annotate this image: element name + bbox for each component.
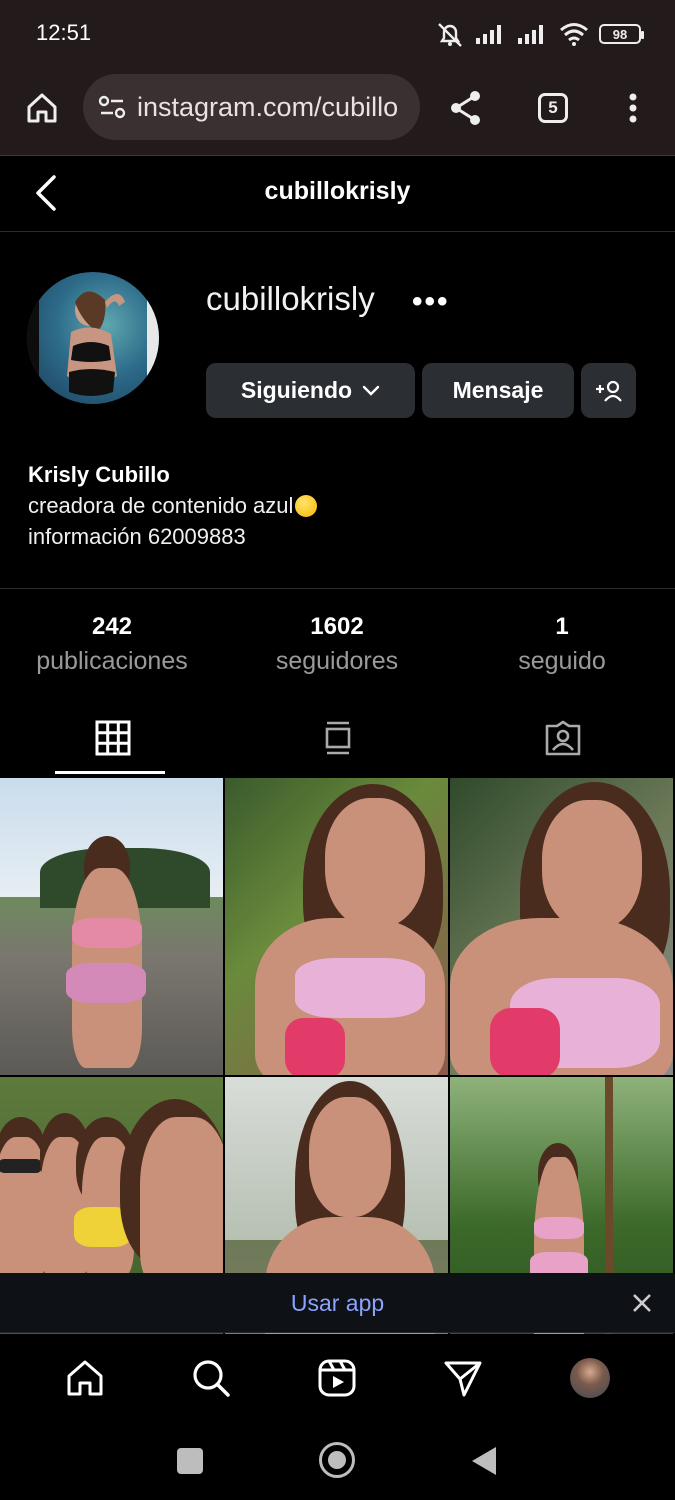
stat-following[interactable]: 1 seguido: [450, 610, 674, 678]
profile-header: cubillokrisly: [0, 157, 675, 232]
nav-profile-avatar[interactable]: [566, 1354, 614, 1402]
page-title: cubillokrisly: [264, 177, 411, 205]
profile-avatar-small: [570, 1358, 610, 1398]
grid-icon: [95, 720, 130, 755]
chevron-down-icon: [362, 385, 380, 396]
use-app-link[interactable]: Usar app: [0, 1290, 675, 1317]
suggest-people-button[interactable]: [581, 363, 636, 418]
mute-vibrate-icon: [438, 23, 462, 47]
post-thumbnail[interactable]: [0, 778, 223, 1075]
kebab-menu-icon[interactable]: [618, 88, 648, 128]
close-icon[interactable]: [629, 1290, 655, 1321]
stat-followers-label: seguidores: [275, 647, 399, 675]
stat-posts[interactable]: 242 publicaciones: [0, 610, 224, 678]
back-triangle-icon[interactable]: [472, 1447, 496, 1475]
bio-line-1: creadora de contenido azul: [28, 493, 294, 518]
tabs-button[interactable]: 5: [533, 88, 573, 128]
stat-following-number: 1: [555, 613, 569, 640]
status-icons: 98: [435, 20, 644, 48]
stat-followers[interactable]: 1602 seguidores: [225, 610, 449, 678]
sleepy-face-emoji-icon: [295, 495, 318, 517]
stat-followers-number: 1602: [310, 613, 364, 640]
system-navigation-bar: [0, 1420, 675, 1500]
site-settings-icon[interactable]: [95, 90, 129, 124]
profile-bio: Krisly Cubillo creadora de contenido azu…: [28, 460, 318, 552]
tab-feed[interactable]: [225, 700, 450, 775]
signal-icon-2: [518, 25, 543, 44]
wifi-icon: [560, 23, 588, 46]
divider: [0, 588, 675, 589]
share-icon[interactable]: [446, 86, 486, 130]
home-circle-icon[interactable]: [319, 1442, 355, 1478]
stat-posts-number: 242: [91, 613, 133, 640]
following-button[interactable]: Siguiendo: [206, 363, 415, 418]
message-button[interactable]: Mensaje: [422, 363, 574, 418]
message-label: Mensaje: [452, 377, 544, 403]
tab-posts-grid[interactable]: [0, 700, 225, 775]
following-label: Siguiendo: [240, 377, 353, 403]
profile-avatar[interactable]: [27, 272, 159, 404]
display-name: Krisly Cubillo: [28, 462, 170, 487]
use-app-banner: Usar app: [0, 1273, 675, 1333]
feed-icon: [325, 721, 350, 754]
url-text: instagram.com/cubillo: [137, 91, 399, 122]
nav-direct-messages-icon[interactable]: [439, 1354, 487, 1402]
post-thumbnail[interactable]: [450, 778, 673, 1075]
battery-icon: 98: [599, 24, 644, 44]
more-options-icon[interactable]: •••: [412, 285, 450, 319]
bio-line-2: información 62009883: [28, 524, 246, 549]
active-tab-indicator: [55, 771, 165, 774]
nav-home-icon[interactable]: [61, 1354, 109, 1402]
stat-posts-label: publicaciones: [36, 647, 188, 675]
status-bar: 12:51 98: [0, 0, 675, 66]
tab-tagged[interactable]: [450, 700, 675, 775]
nav-reels-icon[interactable]: [313, 1354, 361, 1402]
stat-following-label: seguido: [518, 647, 606, 675]
tabs-count: 5: [538, 93, 568, 123]
bottom-navigation: [0, 1334, 675, 1420]
status-time: 12:51: [36, 20, 92, 45]
recents-square-icon[interactable]: [177, 1448, 203, 1474]
browser-toolbar: instagram.com/cubillo 5: [0, 66, 675, 156]
add-person-icon: [595, 380, 622, 402]
signal-icon: [476, 25, 501, 44]
nav-search-icon[interactable]: [187, 1354, 235, 1402]
address-bar[interactable]: instagram.com/cubillo: [83, 74, 420, 140]
post-thumbnail[interactable]: [225, 778, 448, 1075]
home-icon[interactable]: [22, 88, 62, 128]
tagged-icon: [545, 720, 580, 755]
profile-username: cubillokrisly: [206, 280, 375, 317]
